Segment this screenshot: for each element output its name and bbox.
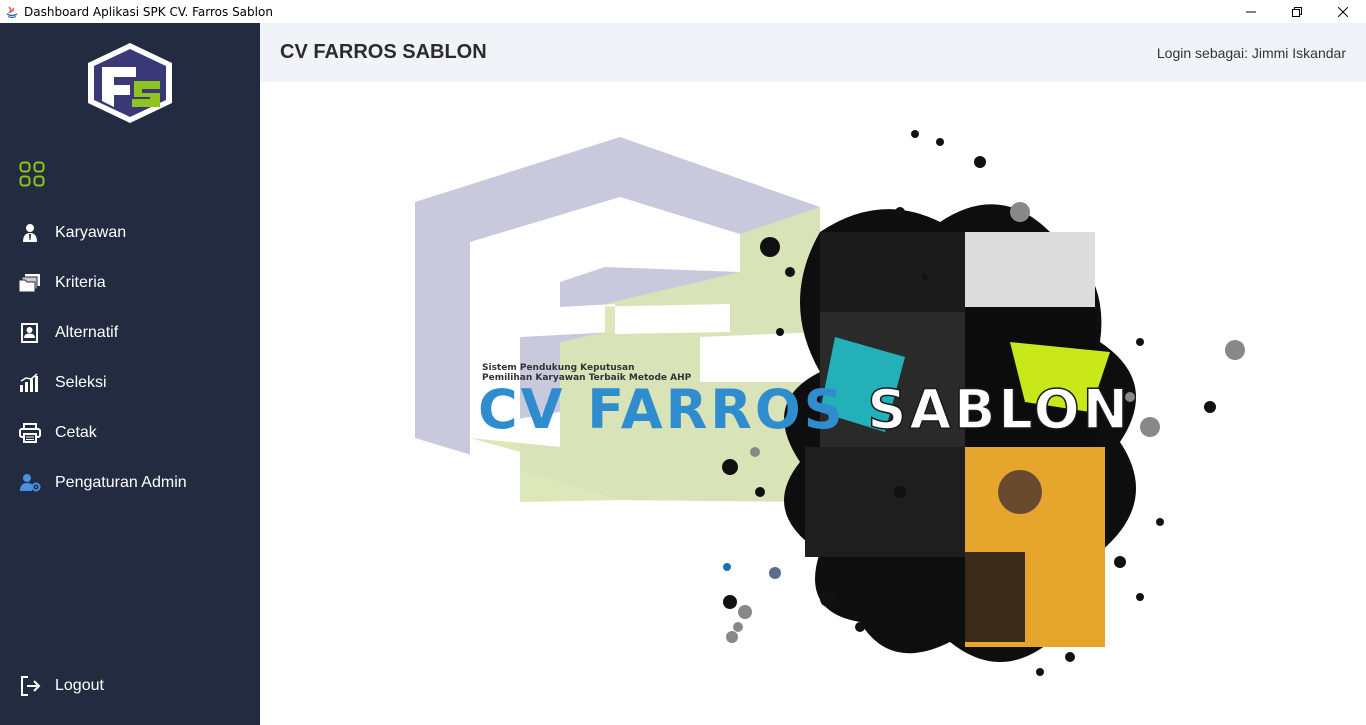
window-title: Dashboard Aplikasi SPK CV. Farros Sablon xyxy=(24,4,273,19)
logout-icon xyxy=(19,675,41,697)
hero-tagline-line1: Sistem Pendukung Keputusan xyxy=(482,363,635,373)
nav-label: Alternatif xyxy=(55,324,119,341)
nav-item-cetak[interactable]: Cetak xyxy=(0,413,260,453)
person-icon xyxy=(19,222,41,244)
nav-label: Seleksi xyxy=(55,374,107,391)
bar-chart-icon xyxy=(19,372,41,394)
user-gear-icon xyxy=(19,472,41,494)
nav-item-kriteria[interactable]: Kriteria xyxy=(0,263,260,303)
hero-title-farros: CV FARROS xyxy=(478,378,846,441)
id-card-icon xyxy=(19,322,41,344)
printer-icon xyxy=(19,422,41,444)
sidebar: Karyawan Kriteria Alternatif Seleksi Cet… xyxy=(0,23,260,725)
nav-label: Cetak xyxy=(55,424,97,441)
folders-icon xyxy=(19,272,41,294)
window-titlebar: Dashboard Aplikasi SPK CV. Farros Sablon xyxy=(0,0,1366,23)
nav-label: Pengaturan Admin xyxy=(55,474,187,491)
company-logo xyxy=(84,41,176,125)
top-header: CV FARROS SABLON Login sebagai: Jimmi Is… xyxy=(260,23,1366,82)
java-app-icon xyxy=(4,4,20,20)
nav-label: Kriteria xyxy=(55,274,106,291)
nav-item-karyawan[interactable]: Karyawan xyxy=(0,213,260,253)
hero-title-sablon: SABLON xyxy=(845,377,1131,442)
nav-item-pengaturan-admin[interactable]: Pengaturan Admin xyxy=(0,463,260,503)
nav-item-logout[interactable]: Logout xyxy=(0,666,260,706)
main-content: Sistem Pendukung Keputusan Pemilihan Kar… xyxy=(260,82,1366,725)
nav-item-alternatif[interactable]: Alternatif xyxy=(0,313,260,353)
nav-label: Karyawan xyxy=(55,224,127,241)
nav-item-seleksi[interactable]: Seleksi xyxy=(0,363,260,403)
login-status: Login sebagai: Jimmi Iskandar xyxy=(1156,45,1346,61)
brand-title: CV FARROS SABLON xyxy=(280,41,487,63)
minimize-button[interactable] xyxy=(1228,0,1274,23)
window-controls xyxy=(1228,0,1366,23)
close-button[interactable] xyxy=(1320,0,1366,23)
hero-title: CV FARROS SABLON xyxy=(478,377,1131,442)
dashboard-grid-icon[interactable] xyxy=(19,161,45,187)
restore-button[interactable] xyxy=(1274,0,1320,23)
nav-label: Logout xyxy=(55,677,104,694)
